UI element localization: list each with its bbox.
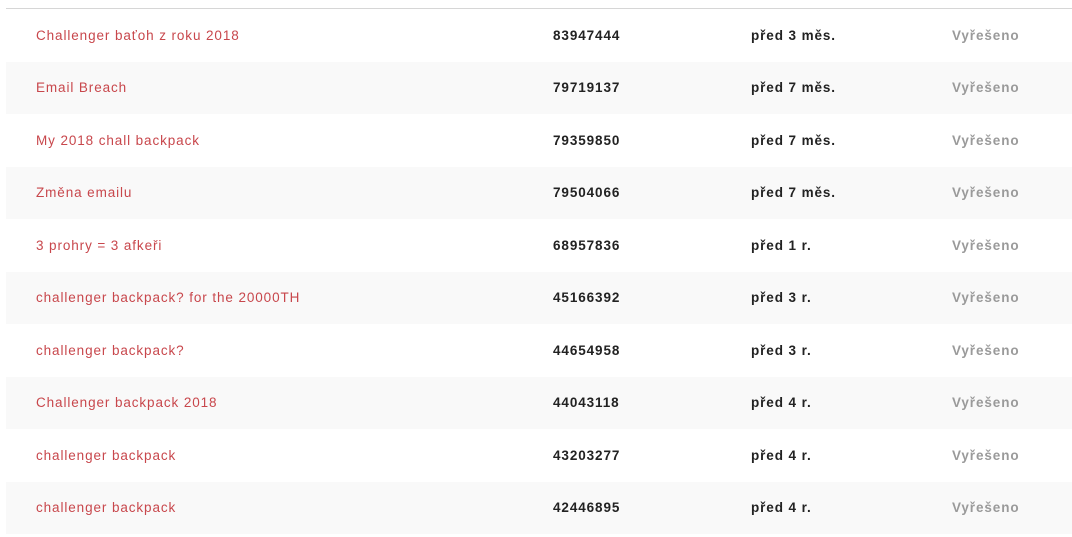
ticket-status: Vyřešeno — [952, 447, 1020, 463]
ticket-date: před 7 měs. — [751, 185, 836, 201]
table-row[interactable]: challenger backpack 43203277 před 4 r. V… — [6, 429, 1072, 482]
ticket-subject-link[interactable]: 3 prohry = 3 afkeři — [36, 238, 162, 253]
ticket-status: Vyřešeno — [952, 27, 1020, 43]
ticket-status: Vyřešeno — [952, 290, 1020, 306]
ticket-date: před 1 r. — [751, 237, 812, 253]
ticket-subject-link[interactable]: My 2018 chall backpack — [36, 133, 200, 148]
table-row[interactable]: Email Breach 79719137 před 7 měs. Vyřeše… — [6, 61, 1072, 114]
ticket-id: 68957836 — [553, 237, 621, 253]
ticket-id: 42446895 — [553, 500, 621, 516]
table-row[interactable]: 3 prohry = 3 afkeři 68957836 před 1 r. V… — [6, 219, 1072, 272]
table-row[interactable]: Změna emailu 79504066 před 7 měs. Vyřeše… — [6, 166, 1072, 219]
ticket-date: před 4 r. — [751, 447, 812, 463]
ticket-date: před 3 r. — [751, 342, 812, 358]
ticket-subject-link[interactable]: Změna emailu — [36, 185, 132, 200]
ticket-subject-link[interactable]: challenger backpack? for the 20000TH — [36, 290, 300, 305]
ticket-id: 83947444 — [553, 27, 621, 43]
ticket-id: 43203277 — [553, 447, 621, 463]
table-row[interactable]: challenger backpack? for the 20000TH 451… — [6, 271, 1072, 324]
table-row[interactable]: challenger backpack? 44654958 před 3 r. … — [6, 324, 1072, 377]
ticket-subject-link[interactable]: challenger backpack — [36, 500, 176, 515]
ticket-list: Challenger baťoh z roku 2018 83947444 př… — [6, 8, 1072, 534]
ticket-status: Vyřešeno — [952, 342, 1020, 358]
ticket-status: Vyřešeno — [952, 185, 1020, 201]
ticket-status: Vyřešeno — [952, 132, 1020, 148]
ticket-subject-link[interactable]: Challenger backpack 2018 — [36, 395, 217, 410]
table-row[interactable]: My 2018 chall backpack 79359850 před 7 m… — [6, 114, 1072, 167]
ticket-subject-link[interactable]: Challenger baťoh z roku 2018 — [36, 28, 240, 43]
ticket-id: 79359850 — [553, 132, 621, 148]
ticket-id: 44654958 — [553, 342, 621, 358]
ticket-subject-link[interactable]: challenger backpack — [36, 448, 176, 463]
ticket-subject-link[interactable]: challenger backpack? — [36, 343, 185, 358]
ticket-id: 45166392 — [553, 290, 621, 306]
table-row[interactable]: Challenger backpack 2018 44043118 před 4… — [6, 376, 1072, 429]
ticket-status: Vyřešeno — [952, 80, 1020, 96]
ticket-date: před 4 r. — [751, 500, 812, 516]
table-row[interactable]: challenger backpack 42446895 před 4 r. V… — [6, 481, 1072, 534]
ticket-status: Vyřešeno — [952, 237, 1020, 253]
ticket-date: před 4 r. — [751, 395, 812, 411]
ticket-date: před 7 měs. — [751, 132, 836, 148]
ticket-date: před 3 měs. — [751, 27, 836, 43]
ticket-id: 44043118 — [553, 395, 620, 411]
ticket-date: před 7 měs. — [751, 80, 836, 96]
ticket-date: před 3 r. — [751, 290, 812, 306]
ticket-id: 79504066 — [553, 185, 621, 201]
ticket-id: 79719137 — [553, 80, 621, 96]
ticket-status: Vyřešeno — [952, 500, 1020, 516]
ticket-status: Vyřešeno — [952, 395, 1020, 411]
table-row[interactable]: Challenger baťoh z roku 2018 83947444 př… — [6, 9, 1072, 62]
ticket-subject-link[interactable]: Email Breach — [36, 80, 127, 95]
